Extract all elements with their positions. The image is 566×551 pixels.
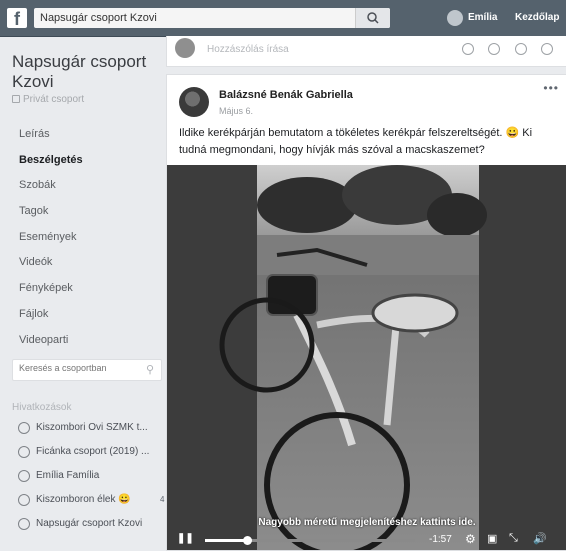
picture-in-picture-icon[interactable]: ▣ — [487, 532, 497, 545]
global-search-input[interactable] — [40, 10, 360, 26]
top-navigation-bar: f Emília Kezdőlap — [0, 0, 566, 37]
avatar — [175, 38, 195, 58]
nav-item-tagok[interactable]: Tagok — [0, 199, 166, 225]
video-progress-bar[interactable] — [205, 536, 415, 545]
privacy-text: Privát csoport — [23, 94, 85, 105]
shortcut-item[interactable]: Ficánka csoport (2019) ... — [0, 440, 166, 464]
group-privacy-label: Privát csoport — [12, 94, 84, 105]
shortcut-label: Ficánka csoport (2019) ... — [36, 446, 150, 457]
global-search-box[interactable] — [34, 8, 390, 28]
user-name-link[interactable]: Emília — [468, 12, 497, 23]
nav-item-videoparti[interactable]: Videoparti — [0, 328, 166, 354]
nav-item-videok[interactable]: Videók — [0, 250, 166, 276]
nav-item-fenykepek[interactable]: Fényképek — [0, 276, 166, 302]
emoji-icon[interactable] — [461, 43, 474, 55]
group-nav: Leírás Beszélgetés Szobák Tagok Eseménye… — [0, 122, 166, 353]
shortcut-item[interactable]: Kiszombori Ovi SZMK t... — [0, 416, 166, 440]
facebook-logo-icon[interactable]: f — [7, 8, 27, 29]
composer-icons — [452, 42, 553, 60]
comment-placeholder[interactable]: Hozzászólás írása — [207, 44, 289, 55]
nav-item-leiras[interactable]: Leírás — [0, 122, 166, 148]
video-caption[interactable]: Nagyobb méretű megjelenítéshez kattints … — [167, 517, 566, 528]
group-title[interactable]: Napsugár csoport Kzovi — [12, 52, 162, 92]
video-frame — [167, 165, 566, 550]
lock-icon — [12, 95, 20, 103]
shortcut-label: Kiszombori Ovi SZMK t... — [36, 422, 148, 433]
post-author[interactable]: Balázsné Benák Gabriella — [219, 89, 353, 101]
volume-icon[interactable]: 🔊 — [533, 532, 547, 545]
group-icon — [18, 518, 30, 530]
video-player[interactable]: Nagyobb méretű megjelenítéshez kattints … — [167, 165, 566, 550]
sticker-icon[interactable] — [541, 43, 553, 55]
user-avatar[interactable] — [447, 10, 463, 26]
group-icon — [18, 494, 30, 506]
shortcut-label: Kiszomboron élek 😀 — [36, 494, 131, 505]
group-search-input[interactable] — [19, 363, 139, 373]
shortcut-label: Emília Família — [36, 470, 100, 481]
shortcuts-title: Hivatkozások — [12, 402, 72, 413]
nav-item-szobak[interactable]: Szobák — [0, 173, 166, 199]
camera-icon[interactable] — [488, 43, 501, 55]
video-progress-fill — [205, 539, 247, 542]
settings-icon[interactable]: ⚙ — [465, 532, 476, 546]
group-icon — [18, 422, 30, 434]
post-text: Ildike kerékpárján bemutatom a tökéletes… — [179, 127, 533, 156]
shortcut-item[interactable]: Emília Família — [0, 464, 166, 488]
family-icon — [18, 470, 30, 482]
pause-icon[interactable]: ❚❚ — [177, 533, 194, 544]
feed-post: Balázsné Benák Gabriella Május 6. ••• Il… — [166, 74, 566, 551]
gif-icon[interactable] — [514, 43, 527, 55]
search-icon[interactable]: ⚲ — [146, 363, 154, 376]
video-progress-handle[interactable] — [243, 536, 252, 545]
nav-item-fajlok[interactable]: Fájlok — [0, 302, 166, 328]
home-link[interactable]: Kezdőlap — [515, 12, 559, 23]
shortcut-label: Napsugár csoport Kzovi — [36, 518, 143, 529]
fullscreen-icon[interactable]: ⤡ — [509, 532, 518, 545]
search-button[interactable] — [355, 8, 390, 28]
shortcut-item[interactable]: Kiszomboron élek 😀 4 — [0, 488, 166, 512]
group-sidebar: Napsugár csoport Kzovi Privát csoport Le… — [0, 36, 166, 549]
video-time: -1:57 — [429, 534, 452, 545]
video-controls: ❚❚ -1:57 ⚙ ▣ ⤡ 🔊 — [167, 529, 566, 550]
nav-item-beszelgetes[interactable]: Beszélgetés — [0, 148, 166, 174]
shortcut-item[interactable]: Napsugár csoport Kzovi — [0, 512, 166, 536]
group-search-box[interactable]: ⚲ — [12, 359, 162, 381]
search-icon — [367, 12, 379, 24]
group-icon — [18, 446, 30, 458]
comment-composer[interactable]: Hozzászólás írása — [166, 36, 566, 67]
author-avatar[interactable] — [179, 87, 209, 117]
post-date[interactable]: Május 6. — [219, 106, 253, 116]
shortcuts-list: Kiszombori Ovi SZMK t... Ficánka csoport… — [0, 416, 166, 536]
notification-badge: 4 — [160, 495, 165, 504]
nav-item-esemenyek[interactable]: Események — [0, 225, 166, 251]
more-options-icon[interactable]: ••• — [543, 81, 559, 95]
